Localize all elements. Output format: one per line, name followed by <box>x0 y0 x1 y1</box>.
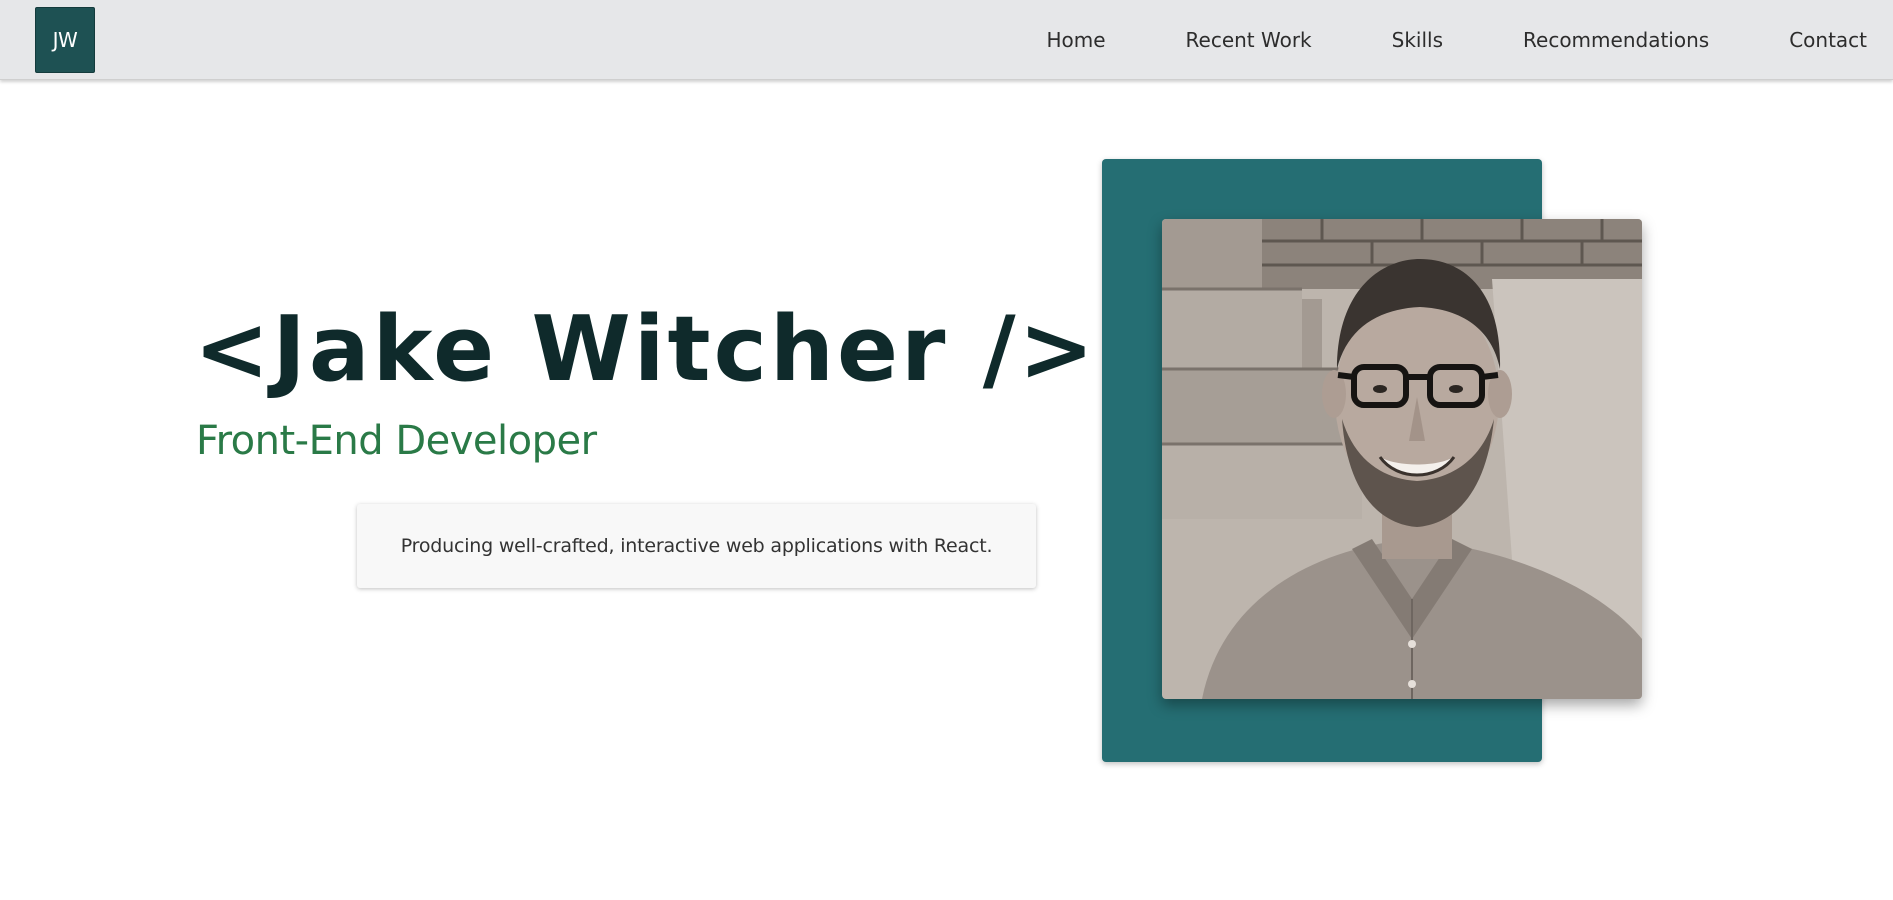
nav-link-skills[interactable]: Skills <box>1392 28 1443 52</box>
portrait-photo <box>1162 219 1642 699</box>
nav-link-recent-work[interactable]: Recent Work <box>1186 28 1312 52</box>
tagline-card: Producing well-crafted, interactive web … <box>357 504 1036 588</box>
nav-link-recommendations[interactable]: Recommendations <box>1523 28 1709 52</box>
nav-links: Home Recent Work Skills Recommendations … <box>1046 0 1867 79</box>
hero-role: Front-End Developer <box>196 418 597 464</box>
nav-link-contact[interactable]: Contact <box>1789 28 1867 52</box>
nav-link-home[interactable]: Home <box>1046 28 1105 52</box>
hero-name: <Jake Witcher /> <box>194 297 1098 402</box>
tagline-text: Producing well-crafted, interactive web … <box>400 535 993 557</box>
top-navbar: JW Home Recent Work Skills Recommendatio… <box>0 0 1893 80</box>
site-logo[interactable]: JW <box>35 7 95 73</box>
